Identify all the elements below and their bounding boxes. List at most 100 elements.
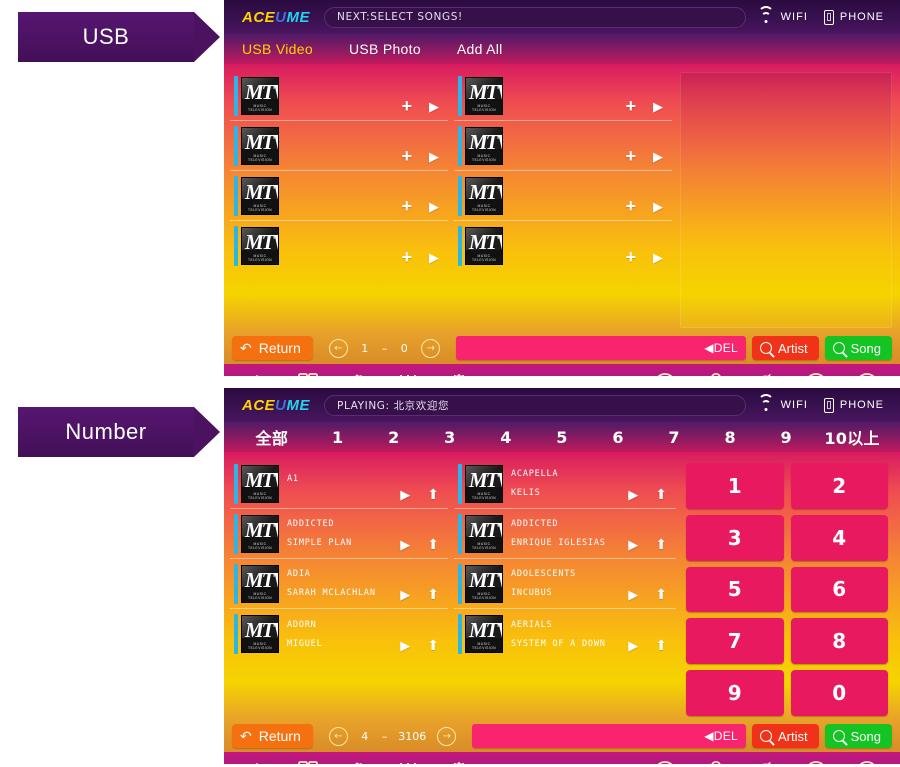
- tab-usb-photo[interactable]: USB Photo: [349, 41, 421, 57]
- add-icon[interactable]: +: [625, 97, 636, 115]
- nav-vocal[interactable]: Vocal: [690, 759, 740, 764]
- table-row[interactable]: MTVMUSIC TELEVISION + ▶: [454, 221, 672, 271]
- table-row[interactable]: MTVMUSIC TELEVISION + ▶: [230, 171, 448, 221]
- wifi-status[interactable]: WIFI: [758, 394, 808, 412]
- tab-usb-video[interactable]: USB Video: [242, 41, 313, 57]
- add-icon[interactable]: +: [625, 147, 636, 165]
- table-row[interactable]: MTVMUSIC TELEVISION ADIA SARAH MCLACHLAN…: [230, 559, 448, 609]
- next-page-button[interactable]: →: [421, 338, 441, 358]
- move-up-icon[interactable]: ⬆: [655, 587, 667, 602]
- table-row[interactable]: MTVMUSIC TELEVISION ADDICTED ENRIQUE IGL…: [454, 509, 676, 559]
- play-icon[interactable]: ▶: [653, 199, 663, 214]
- play-icon[interactable]: ▶: [628, 587, 638, 602]
- table-row[interactable]: MTVMUSIC TELEVISION + ▶: [454, 71, 672, 121]
- nav-setup[interactable]: Setup: [434, 371, 484, 376]
- artist-search-button[interactable]: Artist: [752, 724, 819, 748]
- nav-tune[interactable]: Tune: [383, 371, 433, 376]
- wifi-status[interactable]: WIFI: [758, 6, 808, 24]
- key-4[interactable]: 4: [790, 514, 888, 561]
- tab-6[interactable]: 6: [590, 428, 646, 447]
- prev-page-button[interactable]: ←: [328, 726, 348, 746]
- key-3[interactable]: 3: [686, 514, 784, 561]
- play-icon[interactable]: ▶: [400, 587, 410, 602]
- table-row[interactable]: MTVMUSIC TELEVISION ADDICTED SIMPLE PLAN…: [230, 509, 448, 559]
- play-icon[interactable]: ▶: [628, 537, 638, 552]
- key-1[interactable]: 1: [686, 463, 784, 509]
- delete-label[interactable]: ◀DEL: [704, 341, 738, 355]
- tab-7[interactable]: 7: [646, 428, 702, 447]
- table-row[interactable]: MTVMUSIC TELEVISION A1 ▶ ⬆: [230, 459, 448, 509]
- move-up-icon[interactable]: ⬆: [655, 638, 667, 653]
- nav-playlist[interactable]: Playlist: [842, 371, 892, 376]
- add-icon[interactable]: +: [401, 248, 412, 266]
- move-up-icon[interactable]: ⬆: [655, 537, 667, 552]
- tab-4[interactable]: 4: [478, 428, 534, 447]
- nav-setup[interactable]: Setup: [434, 759, 484, 764]
- tab-1[interactable]: 1: [310, 428, 366, 447]
- phone-status[interactable]: PHONE: [823, 397, 884, 413]
- add-icon[interactable]: +: [625, 248, 636, 266]
- return-button[interactable]: ↶ Return: [232, 724, 313, 748]
- artist-search-button[interactable]: Artist: [752, 336, 819, 360]
- nav-pause[interactable]: Pause: [791, 759, 841, 764]
- phone-status[interactable]: PHONE: [823, 9, 884, 25]
- table-row[interactable]: MTVMUSIC TELEVISION + ▶: [454, 121, 672, 171]
- table-row[interactable]: MTVMUSIC TELEVISION + ▶: [230, 221, 448, 271]
- play-icon[interactable]: ▶: [429, 99, 439, 114]
- play-icon[interactable]: ▶: [653, 149, 663, 164]
- play-icon[interactable]: ▶: [400, 638, 410, 653]
- tab-3[interactable]: 3: [422, 428, 478, 447]
- play-icon[interactable]: ▶: [628, 638, 638, 653]
- nav-next[interactable]: Next: [640, 759, 690, 764]
- nav-language[interactable]: 中/EN: [282, 757, 332, 764]
- move-up-icon[interactable]: ⬆: [427, 638, 439, 653]
- play-icon[interactable]: ▶: [400, 537, 410, 552]
- table-row[interactable]: MTVMUSIC TELEVISION ACAPELLA KELIS ▶ ⬆: [454, 459, 676, 509]
- nav-home[interactable]: Home: [232, 371, 282, 376]
- nav-playlist[interactable]: Playlist: [842, 759, 892, 764]
- next-page-button[interactable]: →: [437, 726, 457, 746]
- tab-10-plus[interactable]: 10以上: [814, 425, 890, 449]
- song-search-button[interactable]: Song: [824, 724, 892, 748]
- play-icon[interactable]: ▶: [429, 199, 439, 214]
- table-row[interactable]: MTVMUSIC TELEVISION + ▶: [230, 121, 448, 171]
- nav-clap[interactable]: Clap: [333, 371, 383, 376]
- nav-tune[interactable]: Tune: [383, 759, 433, 764]
- move-up-icon[interactable]: ⬆: [427, 587, 439, 602]
- key-0[interactable]: 0: [790, 670, 888, 716]
- key-9[interactable]: 9: [686, 670, 784, 716]
- nav-home[interactable]: Home: [232, 759, 282, 764]
- key-2[interactable]: 2: [790, 463, 888, 509]
- add-icon[interactable]: +: [625, 197, 636, 215]
- nav-vocal[interactable]: Vocal: [690, 371, 740, 376]
- play-icon[interactable]: ▶: [429, 149, 439, 164]
- key-5[interactable]: 5: [686, 566, 784, 613]
- key-8[interactable]: 8: [790, 618, 888, 665]
- search-input[interactable]: ◀DEL: [456, 336, 746, 360]
- nav-language[interactable]: 中/EN: [282, 369, 332, 376]
- move-up-icon[interactable]: ⬆: [655, 487, 667, 502]
- tab-5[interactable]: 5: [534, 428, 590, 447]
- tab-add-all[interactable]: Add All: [457, 41, 503, 57]
- play-icon[interactable]: ▶: [429, 250, 439, 265]
- nav-next[interactable]: Next: [640, 371, 690, 376]
- play-icon[interactable]: ▶: [628, 487, 638, 502]
- table-row[interactable]: MTVMUSIC TELEVISION ADOLESCENTS INCUBUS …: [454, 559, 676, 609]
- nav-repeat[interactable]: Repeat: [741, 759, 791, 764]
- song-search-button[interactable]: Song: [824, 336, 892, 360]
- search-input[interactable]: ◀DEL: [472, 724, 746, 748]
- tab-2[interactable]: 2: [366, 428, 422, 447]
- play-icon[interactable]: ▶: [653, 250, 663, 265]
- tab-all[interactable]: 全部: [234, 425, 310, 449]
- add-icon[interactable]: +: [401, 197, 412, 215]
- delete-label[interactable]: ◀DEL: [704, 729, 738, 743]
- nav-clap[interactable]: Clap: [333, 759, 383, 764]
- add-icon[interactable]: +: [401, 97, 412, 115]
- tab-9[interactable]: 9: [758, 428, 814, 447]
- nav-pause[interactable]: Pause: [791, 371, 841, 376]
- table-row[interactable]: MTVMUSIC TELEVISION + ▶: [454, 171, 672, 221]
- table-row[interactable]: MTVMUSIC TELEVISION AERIALS SYSTEM OF A …: [454, 609, 676, 659]
- prev-page-button[interactable]: ←: [328, 338, 348, 358]
- add-icon[interactable]: +: [401, 147, 412, 165]
- move-up-icon[interactable]: ⬆: [427, 537, 439, 552]
